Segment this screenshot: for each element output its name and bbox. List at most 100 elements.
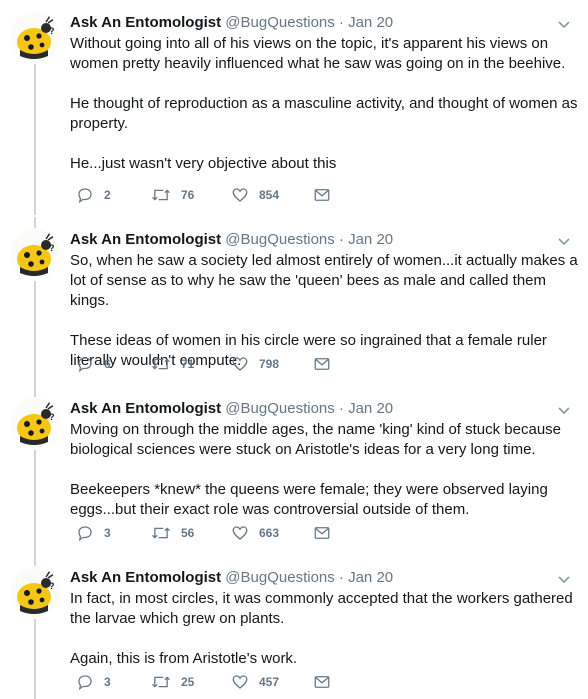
reply-button[interactable]: 6 <box>76 354 111 374</box>
like-count: 798 <box>259 357 280 371</box>
tweet-text: In fact, in most circles, it was commonl… <box>70 589 580 669</box>
reply-count: 3 <box>104 526 111 540</box>
direct-message-button[interactable] <box>313 672 331 692</box>
tweet[interactable]: ? Ask An Entomologist @BugQuestions · Ja… <box>0 217 588 387</box>
reply-count: 2 <box>104 188 111 202</box>
chevron-down-icon[interactable] <box>556 16 572 32</box>
like-button[interactable]: 854 <box>231 185 279 205</box>
author-name[interactable]: Ask An Entomologist <box>70 569 221 586</box>
tweet-header: Ask An Entomologist @BugQuestions · Jan … <box>70 230 393 250</box>
tweet-date[interactable]: Jan 20 <box>348 569 393 586</box>
like-button[interactable]: 798 <box>231 354 279 374</box>
avatar[interactable]: ? <box>10 12 60 62</box>
tweet-header: Ask An Entomologist @BugQuestions · Jan … <box>70 13 393 33</box>
author-name[interactable]: Ask An Entomologist <box>70 14 221 31</box>
author-handle[interactable]: @BugQuestions <box>225 400 334 417</box>
tweet-text: Without going into all of his views on t… <box>70 34 580 174</box>
tweet[interactable]: ? Ask An Entomologist @BugQuestions · Ja… <box>0 386 588 556</box>
reply-count: 6 <box>104 357 111 371</box>
ladybug-avatar-icon: ? <box>10 567 60 617</box>
reply-count: 3 <box>104 675 111 689</box>
heart-icon <box>232 357 248 371</box>
author-name[interactable]: Ask An Entomologist <box>70 400 221 417</box>
separator: · <box>338 400 344 417</box>
tweet-text: So, when he saw a society led almost ent… <box>70 251 580 371</box>
avatar[interactable]: ? <box>10 229 60 279</box>
avatar[interactable]: ? <box>10 567 60 617</box>
tweet-header: Ask An Entomologist @BugQuestions · Jan … <box>70 568 393 588</box>
reply-button[interactable]: 3 <box>76 672 111 692</box>
tweet-date[interactable]: Jan 20 <box>348 231 393 248</box>
tweet[interactable]: ? Ask An Entomologist @BugQuestions · Ja… <box>0 0 588 215</box>
thread-timeline: ? Ask An Entomologist @BugQuestions · Ja… <box>0 0 588 699</box>
thread-connector <box>34 281 36 387</box>
tweet-paragraph: So, when he saw a society led almost ent… <box>70 252 578 309</box>
ladybug-avatar-icon: ? <box>10 229 60 279</box>
tweet-paragraph: Beekeepers *knew* the queens were female… <box>70 481 548 518</box>
thread-connector <box>34 619 36 699</box>
reply-button[interactable]: 2 <box>76 185 111 205</box>
tweet-actions: 6 71 798 <box>70 354 370 374</box>
chevron-down-icon[interactable] <box>556 571 572 587</box>
chevron-down-icon[interactable] <box>556 402 572 418</box>
direct-message-button[interactable] <box>313 185 331 205</box>
tweet-actions: 2 76 854 <box>70 185 370 205</box>
svg-text:?: ? <box>49 243 55 253</box>
retweet-button[interactable]: 71 <box>151 354 194 374</box>
heart-icon <box>232 675 248 689</box>
thread-connector <box>34 217 36 228</box>
chevron-down-icon[interactable] <box>556 233 572 249</box>
heart-icon <box>232 526 248 540</box>
tweet-actions: 3 25 457 <box>70 672 370 692</box>
like-button[interactable]: 457 <box>231 672 279 692</box>
separator: · <box>338 14 344 31</box>
tweet-paragraph: Again, this is from Aristotle's work. <box>70 650 298 667</box>
like-button[interactable]: 663 <box>231 523 279 543</box>
like-count: 663 <box>259 526 280 540</box>
ladybug-avatar-icon: ? <box>10 12 60 62</box>
author-handle[interactable]: @BugQuestions <box>225 231 334 248</box>
envelope-icon <box>314 358 330 370</box>
like-count: 854 <box>259 188 280 202</box>
separator: · <box>338 569 344 586</box>
reply-icon <box>78 188 92 204</box>
ladybug-avatar-icon: ? <box>10 398 60 448</box>
direct-message-button[interactable] <box>313 354 331 374</box>
tweet-header: Ask An Entomologist @BugQuestions · Jan … <box>70 399 393 419</box>
retweet-icon <box>152 527 170 539</box>
reply-icon <box>78 526 92 542</box>
tweet-paragraph: Without going into all of his views on t… <box>70 35 566 72</box>
author-handle[interactable]: @BugQuestions <box>225 14 334 31</box>
tweet-paragraph: Moving on through the middle ages, the n… <box>70 421 562 458</box>
avatar[interactable]: ? <box>10 398 60 448</box>
tweet-text: Moving on through the middle ages, the n… <box>70 420 580 520</box>
retweet-button[interactable]: 76 <box>151 185 194 205</box>
author-handle[interactable]: @BugQuestions <box>225 569 334 586</box>
thread-connector <box>34 386 36 397</box>
direct-message-button[interactable] <box>313 523 331 543</box>
separator: · <box>338 231 344 248</box>
heart-icon <box>232 188 248 202</box>
reply-button[interactable]: 3 <box>76 523 111 543</box>
retweet-icon <box>152 676 170 688</box>
svg-text:?: ? <box>49 581 55 591</box>
envelope-icon <box>314 189 330 201</box>
thread-connector <box>34 450 36 556</box>
svg-text:?: ? <box>49 26 55 36</box>
tweet-date[interactable]: Jan 20 <box>348 400 393 417</box>
tweet[interactable]: ? Ask An Entomologist @BugQuestions · Ja… <box>0 555 588 699</box>
reply-icon <box>78 675 92 691</box>
retweet-count: 56 <box>181 526 195 540</box>
retweet-button[interactable]: 25 <box>151 672 194 692</box>
tweet-actions: 3 56 663 <box>70 523 370 543</box>
retweet-icon <box>152 358 170 370</box>
thread-connector <box>34 555 36 566</box>
like-count: 457 <box>259 675 280 689</box>
envelope-icon <box>314 676 330 688</box>
tweet-date[interactable]: Jan 20 <box>348 14 393 31</box>
author-name[interactable]: Ask An Entomologist <box>70 231 221 248</box>
retweet-button[interactable]: 56 <box>151 523 194 543</box>
tweet-paragraph: He...just wasn't very objective about th… <box>70 155 337 172</box>
reply-icon <box>78 357 92 373</box>
thread-connector <box>34 64 36 215</box>
